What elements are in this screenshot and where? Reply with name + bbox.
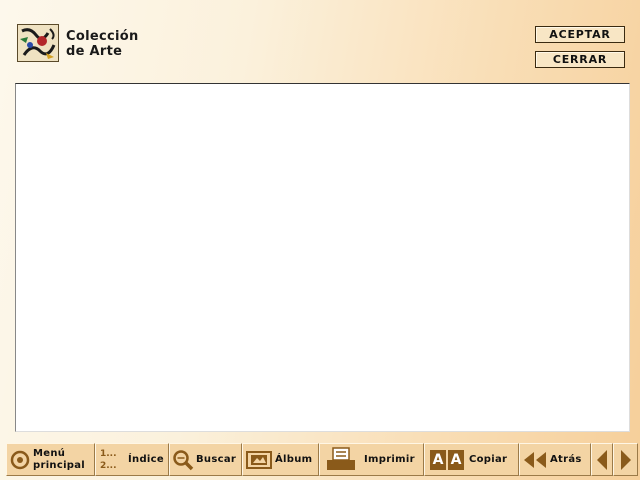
numbered-list-icon: 1... 2...: [96, 448, 128, 472]
content-panel: [15, 83, 630, 432]
main-menu-label: Menú principal: [33, 448, 85, 472]
index-button[interactable]: 1... 2... Índice: [95, 443, 169, 476]
double-left-arrow-icon: [520, 450, 550, 470]
search-label: Buscar: [196, 454, 237, 465]
copy-text-icon: A A: [425, 449, 469, 470]
main-menu-button[interactable]: Menú principal: [6, 443, 95, 476]
left-arrow-icon: [596, 449, 608, 471]
picture-frame-icon: [243, 450, 275, 469]
art-collection-logo-icon: [18, 25, 58, 61]
printer-icon: [320, 446, 362, 473]
main-menu-label-line2: principal: [33, 459, 86, 471]
accept-button[interactable]: ACEPTAR: [535, 26, 625, 43]
print-label: Imprimir: [364, 454, 415, 465]
copy-button[interactable]: A A Copiar: [424, 443, 519, 476]
copy-label: Copiar: [469, 454, 508, 465]
right-arrow-icon: [620, 449, 632, 471]
album-button[interactable]: Álbum: [242, 443, 319, 476]
bottom-toolbar: Menú principal 1... 2... Índice Buscar Á…: [6, 443, 640, 478]
close-button[interactable]: CERRAR: [535, 51, 625, 68]
app-title-line1: Colección: [66, 29, 139, 44]
copy-icon-letter-a-first: A: [430, 449, 446, 470]
index-label: Índice: [128, 454, 164, 465]
target-icon: [7, 450, 33, 470]
print-button[interactable]: Imprimir: [319, 443, 424, 476]
back-button[interactable]: Atrás: [519, 443, 591, 476]
copy-icon-letter-a-second: A: [448, 449, 464, 470]
app-title: Colección de Arte: [66, 29, 139, 59]
next-page-button[interactable]: [613, 443, 638, 476]
previous-page-button[interactable]: [591, 443, 613, 476]
index-icon-line2: 2...: [100, 460, 117, 471]
main-menu-label-line1: Menú: [33, 447, 66, 459]
back-label: Atrás: [550, 454, 582, 465]
app-logo: [17, 24, 59, 62]
magnifier-icon: [170, 449, 196, 471]
index-icon-line1: 1...: [100, 448, 117, 459]
album-label: Álbum: [275, 454, 313, 465]
search-button[interactable]: Buscar: [169, 443, 242, 476]
app-title-line2: de Arte: [66, 44, 123, 59]
